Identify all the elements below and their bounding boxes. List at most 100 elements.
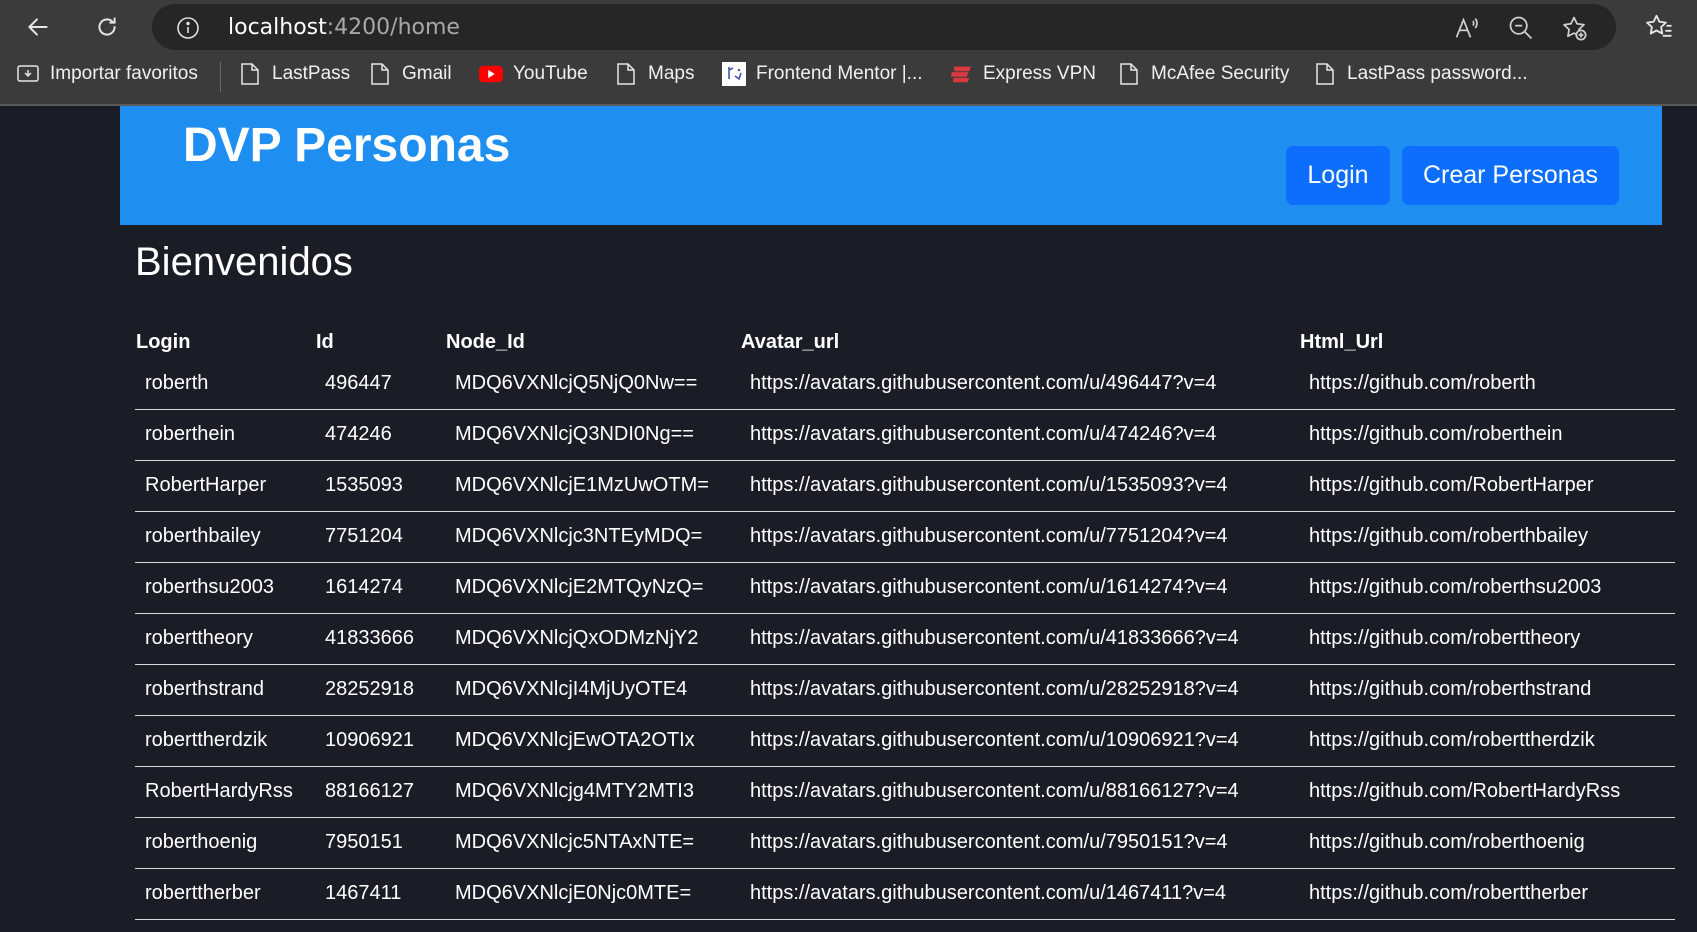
frontend-mentor-icon [722,61,746,87]
cell-id: 88166127 [315,766,445,818]
column-header-id: Id [316,330,334,353]
bookmark-lastpass-password[interactable]: LastPass password... [1313,60,1528,88]
import-favorites-icon [16,61,40,87]
cell-avatar-url: https://avatars.githubusercontent.com/u/… [740,460,1299,512]
cell-html-url: https://github.com/roberthoenig [1299,817,1675,869]
add-favorite-icon[interactable] [1560,14,1588,42]
table-row: roberthstrand 28252918 MDQ6VXNlcjI4MjUyOTE… [135,664,1675,716]
table-row: roberth 496447 MDQ6VXNlcjQ5NjQ0Nw== https:/… [135,358,1675,410]
cell-login: roberttheory [135,613,315,665]
cell-node-id: MDQ6VXNlcjEwOTA2OTIx [445,715,740,767]
cell-login: RobertHardyRss [135,766,315,818]
cell-node-id: MDQ6VXNlcjc3NTEyMDQ= [445,511,740,563]
youtube-icon [479,61,503,87]
cell-id: 1614274 [315,562,445,614]
bookmark-label: McAfee Security [1151,63,1290,84]
bookmark-label: Express VPN [983,63,1096,84]
refresh-button[interactable] [87,7,127,47]
site-info-icon[interactable] [176,16,200,40]
bookmark-mcafee-security[interactable]: McAfee Security [1117,60,1289,88]
bookmark-label: Gmail [402,63,452,84]
table-row: RobertHardyRss 88166127 MDQ6VXNlcjg4MTY2MT… [135,766,1675,818]
table-row: roberthsu2003 1614274 MDQ6VXNlcjE2MTQyNzQ=… [135,562,1675,614]
cell-avatar-url: https://avatars.githubusercontent.com/u/… [740,358,1299,410]
cell-id: 41833666 [315,613,445,665]
bookmark-youtube[interactable]: YouTube [479,60,588,88]
column-header-avatar-url: Avatar_url [741,330,840,353]
read-aloud-icon[interactable] [1453,14,1481,42]
cell-avatar-url: https://avatars.githubusercontent.com/u/… [740,613,1299,665]
url-text[interactable]: localhost:4200/home [228,15,460,40]
table-row: roberthbailey 7751204 MDQ6VXNlcjc3NTEyMDQ=… [135,511,1675,563]
favorites-icon[interactable] [1644,12,1674,42]
bookmark-label: YouTube [513,63,588,84]
url-host: localhost [228,15,327,40]
table-row: roberttherber 1467411 MDQ6VXNlcjE0Njc0MTE=… [135,868,1675,920]
cell-login: RobertHarper [135,460,315,512]
browser-toolbar: localhost:4200/home [0,0,1697,54]
column-header-node-id: Node_Id [446,330,525,353]
cell-login: roberthein [135,409,315,461]
cell-html-url: https://github.com/roberthsu2003 [1299,562,1675,614]
table-row: roberthein 474246 MDQ6VXNlcjQ3NDI0Ng== http… [135,409,1675,461]
cell-avatar-url: https://avatars.githubusercontent.com/u/… [740,511,1299,563]
cell-html-url: https://github.com/roberthbailey [1299,511,1675,563]
app-header: DVP Personas Login Crear Personas [120,106,1662,225]
address-bar[interactable]: localhost:4200/home [152,4,1616,50]
column-header-login: Login [136,330,191,353]
bookmarks-separator [220,62,221,92]
url-path: :4200/home [326,15,460,40]
bookmark-label: Importar favoritos [50,63,198,84]
table-row: roberttherdzik 10906921 MDQ6VXNlcjEwOTA2OT… [135,715,1675,767]
cell-id: 7751204 [315,511,445,563]
cell-node-id: MDQ6VXNlcjI4MjUyOTE4 [445,664,740,716]
brand-title: DVP Personas [183,119,511,172]
cell-html-url: https://github.com/roberthstrand [1299,664,1675,716]
cell-avatar-url: https://avatars.githubusercontent.com/u/… [740,562,1299,614]
cell-avatar-url: https://avatars.githubusercontent.com/u/… [740,664,1299,716]
cell-login: roberthbailey [135,511,315,563]
cell-login: roberthsu2003 [135,562,315,614]
crear-personas-button[interactable]: Crear Personas [1402,146,1619,205]
bookmark-label: Maps [648,63,695,84]
header-row: Login Id Node_Id Avatar_url Html_Url [135,326,1675,358]
back-button[interactable] [18,7,58,47]
page-icon [368,61,392,87]
cell-login: roberth [135,358,315,410]
cell-login: roberthoenig [135,817,315,869]
login-button[interactable]: Login [1286,146,1390,205]
cell-login: roberttherdzik [135,715,315,767]
cell-node-id: MDQ6VXNlcjE0Njc0MTE= [445,868,740,920]
cell-html-url: https://github.com/roberttherdzik [1299,715,1675,767]
table-row: roberttheory 41833666 MDQ6VXNlcjQxODMzNjY2… [135,613,1675,665]
bookmark-express-vpn[interactable]: Express VPN [949,60,1096,88]
cell-node-id: MDQ6VXNlcjc5NTAxNTE= [445,817,740,869]
cell-html-url: https://github.com/RobertHardyRss [1299,766,1675,818]
cell-html-url: https://github.com/RobertHarper [1299,460,1675,512]
cell-avatar-url: https://avatars.githubusercontent.com/u/… [740,715,1299,767]
expressvpn-icon [949,61,973,87]
bookmark-label: LastPass [272,63,351,84]
bookmark-maps[interactable]: Maps [614,60,694,88]
bookmark-frontend-mentor[interactable]: Frontend Mentor |... [722,60,923,88]
cell-id: 474246 [315,409,445,461]
page-icon [1117,61,1141,87]
page-icon [614,61,638,87]
cell-node-id: MDQ6VXNlcjg4MTY2MTI3 [445,766,740,818]
table-body: roberth 496447 MDQ6VXNlcjQ5NjQ0Nw== https:/… [135,358,1675,920]
cell-id: 10906921 [315,715,445,767]
cell-id: 7950151 [315,817,445,869]
zoom-out-icon[interactable] [1507,14,1535,42]
cell-html-url: https://github.com/roberth [1299,358,1675,410]
cell-id: 496447 [315,358,445,410]
refresh-icon [98,17,116,36]
table-row: RobertHarper 1535093 MDQ6VXNlcjE1MzUwOTM= h… [135,460,1675,512]
cell-avatar-url: https://avatars.githubusercontent.com/u/… [740,817,1299,869]
bookmark-lastpass[interactable]: LastPass [238,60,350,88]
cell-node-id: MDQ6VXNlcjE2MTQyNzQ= [445,562,740,614]
cell-node-id: MDQ6VXNlcjQxODMzNjY2 [445,613,740,665]
bookmark-importar-favoritos[interactable]: Importar favoritos [16,60,198,88]
table-row: roberthoenig 7950151 MDQ6VXNlcjc5NTAxNTE= h… [135,817,1675,869]
cell-avatar-url: https://avatars.githubusercontent.com/u/… [740,409,1299,461]
bookmark-gmail[interactable]: Gmail [368,60,452,88]
